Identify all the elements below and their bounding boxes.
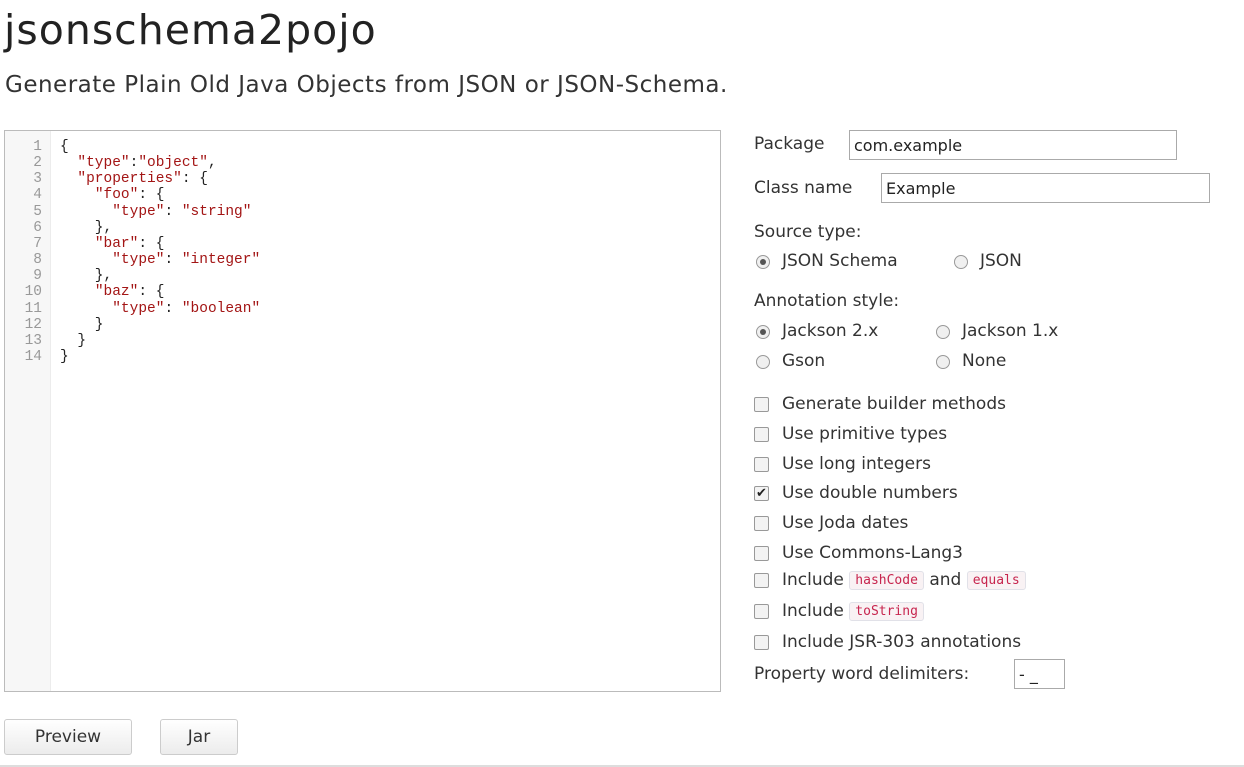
code-line[interactable]: "type": "boolean" — [60, 301, 260, 317]
include-hashcode-equals-checkbox[interactable] — [754, 573, 769, 588]
annotation-none-label: None — [962, 351, 1007, 371]
code-line[interactable]: "baz": { — [60, 284, 165, 300]
option-checkbox[interactable] — [754, 397, 769, 412]
line-number: 1 — [33, 139, 42, 155]
code-line[interactable]: "type": "string" — [60, 204, 251, 220]
classname-label: Class name — [754, 178, 853, 198]
code-line[interactable]: "bar": { — [60, 236, 165, 252]
option-checkbox[interactable] — [754, 426, 769, 442]
delimiters-label: Property word delimiters: — [754, 664, 970, 684]
annotation-gson-label: Gson — [782, 351, 826, 371]
annotation-none-radio[interactable] — [936, 355, 950, 369]
line-number: 6 — [33, 219, 42, 236]
line-number: 9 — [33, 268, 42, 285]
include-tostring-checkbox[interactable] — [754, 604, 769, 619]
option-checkbox[interactable] — [754, 546, 769, 561]
include-prefix: Include — [782, 570, 844, 590]
line-number: 14 — [24, 348, 42, 365]
option-label: Use long integers — [782, 453, 931, 474]
option-label: Use double numbers — [782, 483, 958, 504]
option-label: Use primitive types — [782, 423, 948, 444]
preview-button[interactable]: Preview — [4, 719, 132, 755]
option-label: Use Joda dates — [782, 513, 909, 534]
code-line[interactable]: "type":"object", — [60, 155, 216, 171]
annotation-jackson1-radio[interactable] — [936, 325, 950, 339]
annotation-style-label: Annotation style: — [754, 291, 900, 311]
include-jsr303-checkbox[interactable] — [754, 635, 769, 650]
include-tostring-label: Include toString — [782, 601, 924, 621]
package-label: Package — [754, 134, 825, 154]
option-checkbox[interactable]: ✔ — [754, 486, 769, 502]
tostring-code: toString — [849, 602, 924, 621]
hashcode-code: hashCode — [849, 571, 924, 590]
source-json-label: JSON — [980, 251, 1022, 271]
package-input[interactable] — [849, 130, 1177, 160]
include-prefix: Include — [782, 601, 844, 621]
page-subtitle: Generate Plain Old Java Objects from JSO… — [5, 72, 728, 98]
code-line[interactable]: }, — [60, 268, 112, 284]
option-checkbox[interactable] — [754, 456, 769, 472]
annotation-gson-radio[interactable] — [756, 355, 770, 369]
line-number: 7 — [33, 235, 42, 252]
include-jsr303-label: Include JSR-303 annotations — [782, 632, 1022, 652]
option-label: Use Commons-Lang3 — [782, 543, 963, 563]
annotation-jackson1-label: Jackson 1.x — [962, 321, 1059, 341]
line-number: 5 — [33, 203, 42, 220]
source-type-label: Source type: — [754, 222, 862, 242]
option-checkbox[interactable] — [754, 516, 769, 532]
source-json-radio[interactable] — [954, 255, 968, 269]
source-json-schema-label: JSON Schema — [782, 251, 898, 271]
code-line[interactable]: } — [60, 333, 86, 349]
code-line[interactable]: } — [60, 349, 69, 365]
code-line[interactable]: } — [60, 317, 104, 333]
line-number: 4 — [33, 187, 42, 204]
annotation-jackson2-label: Jackson 2.x — [782, 321, 879, 341]
code-line[interactable]: "type": "integer" — [60, 252, 260, 268]
line-number: 8 — [33, 252, 42, 269]
json-editor[interactable]: 1 {2 "type":"object", 3 "properties": { 4 "… — [4, 130, 721, 692]
code-line[interactable]: { — [60, 139, 69, 155]
include-hashcode-equals-label: Include hashCode and equals — [782, 570, 1026, 590]
line-number: 13 — [24, 332, 42, 349]
line-number: 11 — [24, 300, 42, 317]
page-title: jsonschema2pojo — [4, 6, 377, 54]
line-number: 3 — [33, 171, 42, 188]
jar-button[interactable]: Jar — [160, 719, 238, 755]
classname-input[interactable] — [881, 173, 1210, 203]
line-number: 12 — [24, 316, 42, 333]
line-number: 10 — [24, 284, 42, 301]
and-text: and — [929, 570, 962, 590]
code-line[interactable]: }, — [60, 220, 112, 236]
source-json-schema-radio[interactable] — [756, 255, 770, 269]
delimiters-input[interactable] — [1014, 659, 1065, 689]
code-line[interactable]: "foo": { — [60, 187, 165, 203]
equals-code: equals — [966, 571, 1026, 590]
annotation-jackson2-radio[interactable] — [756, 325, 770, 339]
code-line[interactable]: "properties": { — [60, 171, 208, 187]
option-label: Generate builder methods — [782, 394, 1006, 414]
line-number: 2 — [33, 155, 42, 172]
